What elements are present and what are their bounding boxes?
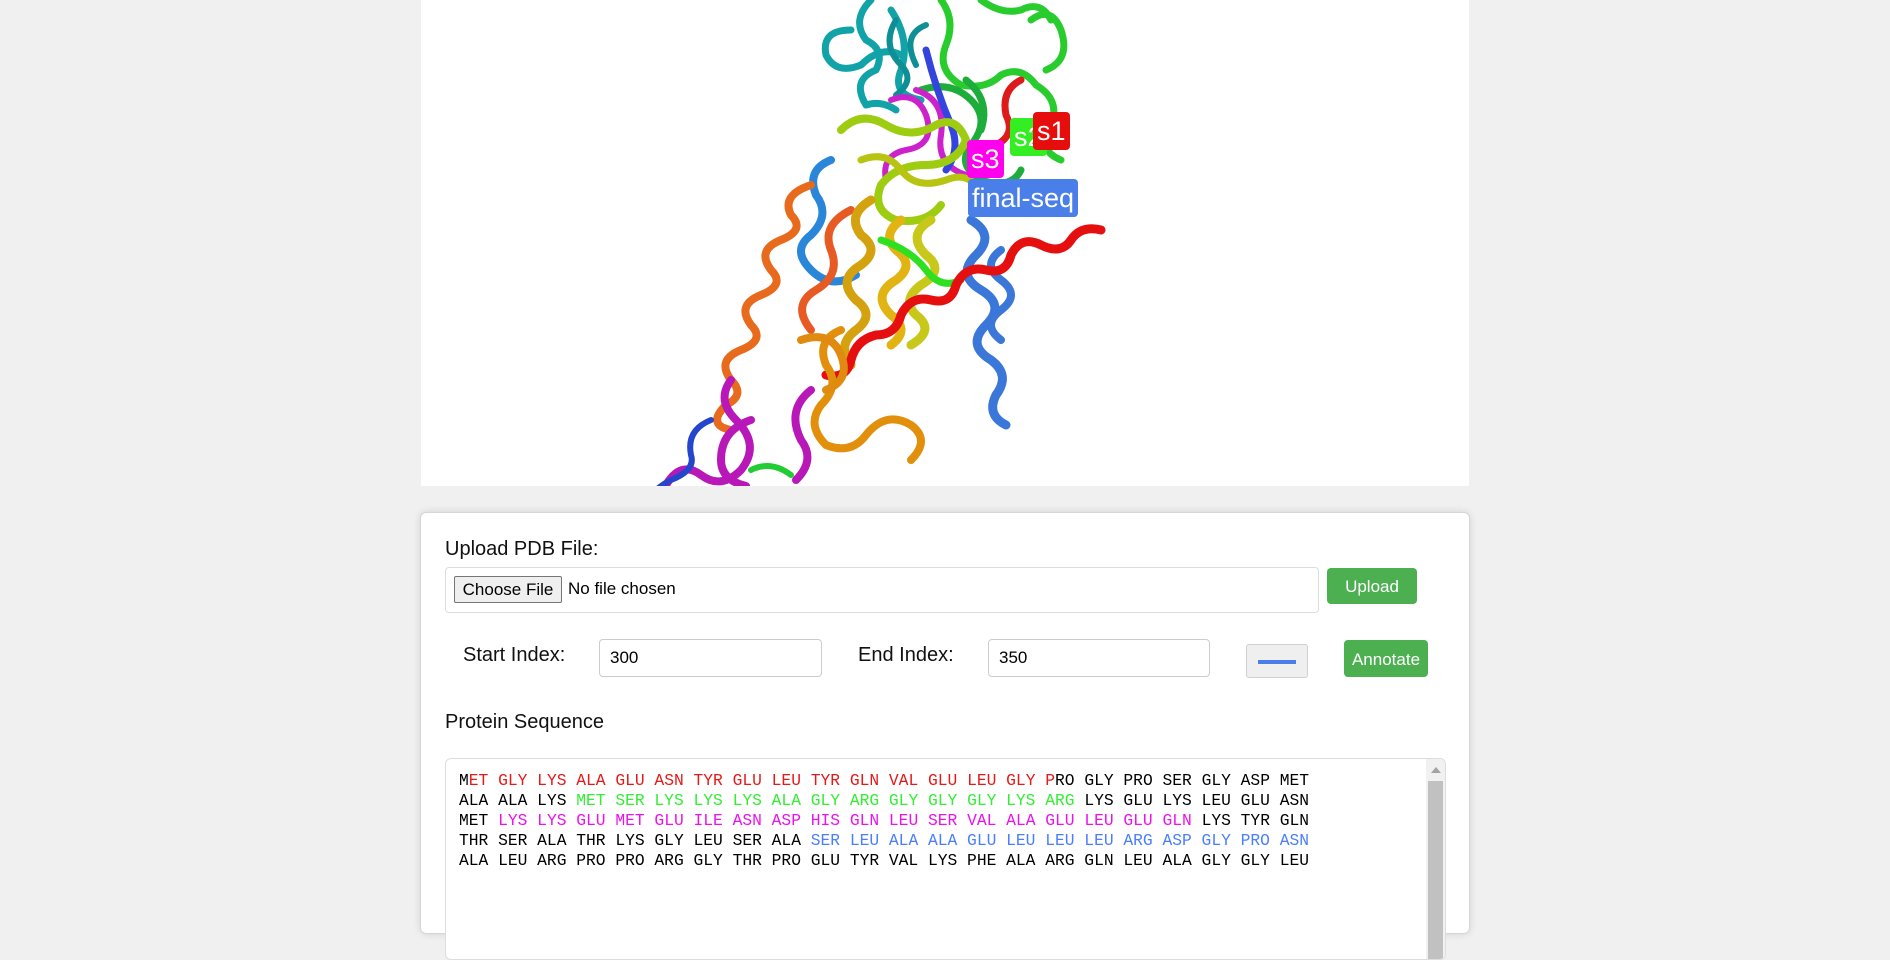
scroll-up-arrow-icon[interactable]: [1431, 767, 1441, 773]
file-status-text: No file chosen: [568, 579, 676, 598]
annotation-label-s1: s1: [1033, 112, 1070, 150]
end-index-input[interactable]: 350: [988, 639, 1210, 677]
sequence-segment: M: [459, 771, 469, 790]
choose-file-button[interactable]: Choose File: [454, 576, 562, 603]
protein-3d-viewer[interactable]: s2 s1 s3 final-seq: [421, 0, 1469, 486]
sequence-segment: LYS TYR GLN: [1191, 811, 1310, 830]
upload-pdb-label: Upload PDB File:: [445, 538, 599, 560]
sequence-segment: RO GLY PRO SER GLY ASP MET: [1055, 771, 1310, 790]
protein-ribbon-structure: [656, 0, 1106, 486]
protein-sequence-text: MET GLY LYS ALA GLU ASN TYR GLU LEU TYR …: [459, 771, 1309, 871]
sequence-line: ALA ALA LYS MET SER LYS LYS LYS ALA GLY …: [459, 791, 1309, 811]
pdb-file-input[interactable]: Choose File No file chosen: [445, 567, 1319, 613]
annotated-segment-green: MET SER LYS LYS LYS ALA GLY ARG GLY GLY …: [576, 791, 1075, 810]
sequence-segment: ALA LEU ARG PRO PRO ARG GLY THR PRO GLU …: [459, 851, 1310, 870]
sequence-line: MET LYS LYS GLU MET GLU ILE ASN ASP HIS …: [459, 811, 1309, 831]
annotated-segment-blue: SER LEU ALA ALA GLU LEU LEU LEU ARG ASP …: [810, 831, 1310, 850]
sequence-segment: THR SER ALA THR LYS GLY LEU SER ALA: [459, 831, 811, 850]
annotated-segment-magenta: LYS LYS GLU MET GLU ILE ASN ASP HIS GLN …: [498, 811, 1192, 830]
sequence-segment: MET: [459, 811, 499, 830]
start-index-input[interactable]: 300: [599, 639, 822, 677]
protein-sequence-box[interactable]: MET GLY LYS ALA GLU ASN TYR GLU LEU TYR …: [445, 758, 1446, 960]
sequence-line: MET GLY LYS ALA GLU ASN TYR GLU LEU TYR …: [459, 771, 1309, 791]
sequence-line: ALA LEU ARG PRO PRO ARG GLY THR PRO GLU …: [459, 851, 1309, 871]
protein-sequence-heading: Protein Sequence: [445, 711, 605, 733]
annotation-label-s3: s3: [967, 140, 1004, 178]
annotated-segment-red: ET GLY LYS ALA GLU ASN TYR GLU LEU TYR G…: [468, 771, 1056, 790]
upload-button[interactable]: Upload: [1327, 568, 1417, 604]
start-index-label: Start Index:: [463, 644, 566, 666]
sequence-scrollbar[interactable]: [1426, 759, 1445, 959]
end-index-label: End Index:: [858, 644, 954, 666]
sequence-segment: ALA ALA LYS: [459, 791, 577, 810]
annotation-color-picker[interactable]: [1246, 644, 1308, 678]
sequence-line: THR SER ALA THR LYS GLY LEU SER ALA SER …: [459, 831, 1309, 851]
sequence-segment: LYS GLU LYS LEU GLU ASN: [1074, 791, 1310, 810]
annotation-label-final-seq: final-seq: [968, 179, 1079, 217]
color-swatch: [1258, 660, 1296, 664]
annotate-button[interactable]: Annotate: [1344, 640, 1428, 677]
